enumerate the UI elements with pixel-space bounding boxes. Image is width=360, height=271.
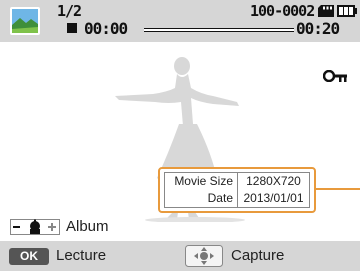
movie-info-panel: Movie Size Date 1280X720 2013/01/01 [158, 167, 316, 213]
bottom-control-bar: OK Lecture Capture [0, 241, 360, 271]
album-label: Album [66, 218, 109, 235]
ok-button[interactable]: OK [9, 248, 49, 265]
stop-icon[interactable] [67, 23, 77, 33]
elapsed-time: 00:00 [84, 19, 128, 38]
lecture-label: Lecture [56, 247, 107, 264]
key-icon [323, 70, 347, 82]
file-number: 100-0002 [250, 2, 315, 20]
status-bar: 1/2 00:00 00:20 100-0002 [0, 0, 360, 42]
callout-line [316, 188, 360, 190]
playback-progress-bar[interactable] [144, 28, 294, 32]
movie-info-table: Movie Size Date 1280X720 2013/01/01 [164, 172, 310, 208]
movie-size-label: Movie Size [174, 174, 233, 188]
total-time: 00:20 [296, 19, 340, 38]
date-label: Date [207, 191, 233, 205]
zoom-lever-icon[interactable] [10, 219, 60, 235]
memory-card-icon [318, 5, 334, 17]
date-value: 2013/01/01 [243, 191, 304, 205]
info-value-column: 1280X720 2013/01/01 [238, 173, 309, 207]
info-label-column: Movie Size Date [165, 173, 238, 207]
camera-playback-screen: 1/2 00:00 00:20 100-0002 Movie Size Date… [0, 0, 360, 271]
movie-size-value: 1280X720 [246, 174, 301, 188]
dpad-icon[interactable] [185, 245, 223, 267]
image-sequence: 1/2 [57, 2, 82, 20]
battery-full-icon [337, 5, 357, 17]
landscape-thumbnail-icon [10, 7, 40, 35]
capture-label: Capture [231, 247, 285, 264]
